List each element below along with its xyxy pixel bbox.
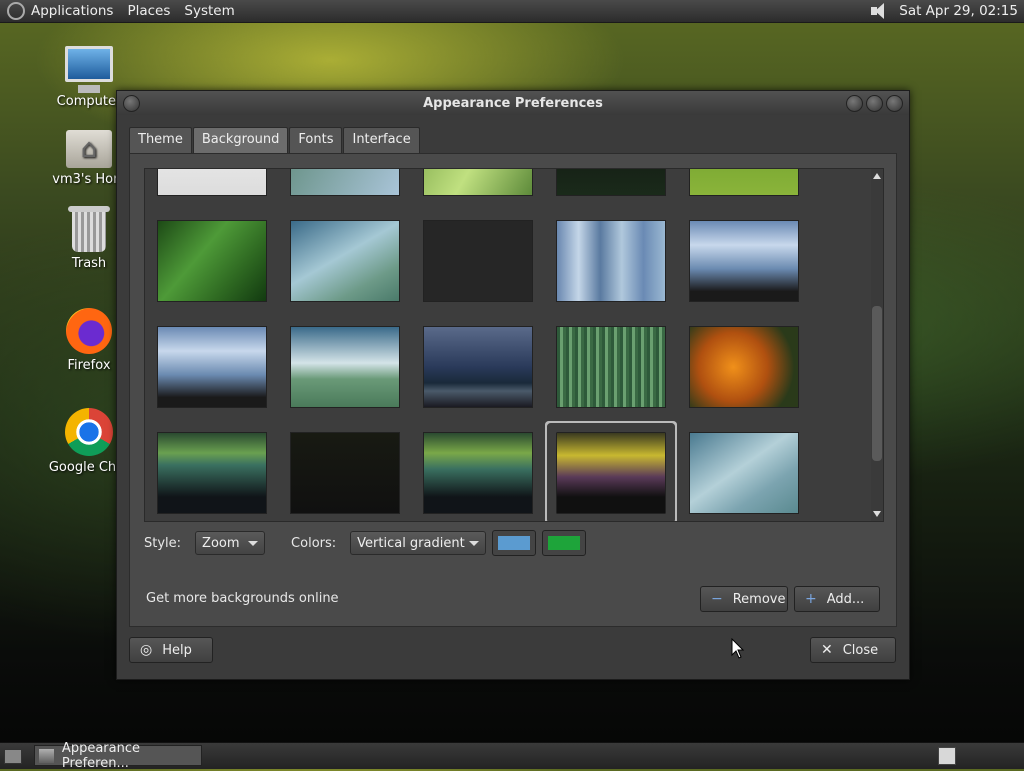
plus-icon: + <box>805 591 817 607</box>
tab-background[interactable]: Background <box>192 127 289 154</box>
tab-fonts[interactable]: Fonts <box>289 127 343 154</box>
bottom-panel: Appearance Preferen... <box>0 741 1024 771</box>
gnome-foot-icon[interactable] <box>7 2 25 20</box>
taskbar-window-label: Appearance Preferen... <box>61 740 140 771</box>
secondary-color-button[interactable] <box>542 530 587 556</box>
workspace-switcher[interactable] <box>938 747 956 765</box>
secondary-color-swatch <box>548 536 581 550</box>
wallpaper-thumbnail[interactable] <box>556 326 666 408</box>
menu-places[interactable]: Places <box>127 3 170 19</box>
tab-theme[interactable]: Theme <box>129 127 192 154</box>
trash-icon <box>68 206 110 252</box>
primary-color-swatch <box>498 536 531 550</box>
wallpaper-thumbnail[interactable] <box>290 432 400 514</box>
wallpaper-thumbnail[interactable] <box>157 432 267 514</box>
remove-button[interactable]: − Remove <box>700 586 788 612</box>
wallpaper-thumbnail[interactable] <box>290 220 400 302</box>
close-window-button[interactable] <box>886 95 903 112</box>
primary-color-button[interactable] <box>492 530 537 556</box>
wallpaper-thumbnail[interactable] <box>157 326 267 408</box>
chrome-icon <box>65 408 113 456</box>
menu-system[interactable]: System <box>184 3 234 19</box>
appearance-app-icon <box>39 748 54 763</box>
wallpaper-thumbnail[interactable] <box>689 326 799 408</box>
tab-bar: Theme Background Fonts Interface <box>129 127 897 154</box>
close-button[interactable]: ✕ Close <box>810 637 896 663</box>
style-combo[interactable]: Zoom <box>195 531 266 555</box>
close-button-label: Close <box>842 642 879 658</box>
window-title: Appearance Preferences <box>423 95 603 111</box>
tab-interface[interactable]: Interface <box>343 127 420 154</box>
wallpaper-thumbnail[interactable] <box>423 326 533 408</box>
background-panel: Style: Zoom Colors: Vertical gradient Ge… <box>129 153 897 627</box>
window-titlebar[interactable]: Appearance Preferences <box>117 91 909 115</box>
wallpaper-thumbnail[interactable] <box>423 432 533 514</box>
minus-icon: − <box>711 591 723 607</box>
minimize-button[interactable] <box>846 95 863 112</box>
wallpaper-thumbnail[interactable] <box>556 220 666 302</box>
firefox-icon <box>66 308 112 354</box>
wallpaper-grid[interactable] <box>144 168 884 522</box>
wallpaper-thumbnail-selected[interactable] <box>556 432 666 514</box>
colors-combo[interactable]: Vertical gradient <box>350 531 487 555</box>
wallpaper-thumbnail[interactable] <box>423 169 533 196</box>
wallpaper-thumbnail[interactable] <box>290 326 400 408</box>
show-desktop-icon[interactable] <box>4 749 22 764</box>
add-button-label: Add... <box>826 591 865 607</box>
scrollbar-thumb[interactable] <box>872 306 882 461</box>
top-panel: Applications Places System Sat Apr 29, 0… <box>0 0 1024 23</box>
wallpaper-thumbnail[interactable] <box>423 220 533 302</box>
wallpaper-thumbnail[interactable] <box>157 220 267 302</box>
chevron-down-icon <box>469 540 480 546</box>
wallpaper-thumbnail[interactable] <box>556 169 666 196</box>
maximize-button[interactable] <box>866 95 883 112</box>
tab-container: Theme Background Fonts Interface Style: … <box>129 127 897 627</box>
add-button[interactable]: + Add... <box>794 586 880 612</box>
clock[interactable]: Sat Apr 29, 02:15 <box>899 3 1018 19</box>
style-label: Style: <box>144 535 182 551</box>
help-button[interactable]: ◎ Help <box>129 637 213 663</box>
remove-button-label: Remove <box>732 591 786 607</box>
help-button-label: Help <box>162 642 192 658</box>
close-icon: ✕ <box>821 642 833 658</box>
taskbar-window-button[interactable]: Appearance Preferen... <box>34 741 202 771</box>
wallpaper-thumbnail[interactable] <box>157 169 267 196</box>
wallpaper-thumbnail[interactable] <box>689 169 799 196</box>
chevron-down-icon <box>248 540 259 546</box>
scroll-up-arrow-icon[interactable] <box>873 173 881 179</box>
style-colors-row: Style: Zoom Colors: Vertical gradient <box>144 529 587 557</box>
style-value: Zoom <box>202 535 240 551</box>
colors-value: Vertical gradient <box>357 535 465 551</box>
wallpaper-thumbnail[interactable] <box>290 169 400 196</box>
home-folder-icon <box>66 130 112 168</box>
help-lifebuoy-icon: ◎ <box>140 642 153 658</box>
mouse-pointer-icon <box>731 638 745 659</box>
wallpaper-thumbnail[interactable] <box>689 432 799 514</box>
menu-applications[interactable]: Applications <box>31 3 113 19</box>
speaker-icon[interactable] <box>869 2 889 20</box>
get-more-backgrounds-link[interactable]: Get more backgrounds online <box>146 591 339 606</box>
wallpaper-thumbnail[interactable] <box>689 220 799 302</box>
scroll-down-arrow-icon[interactable] <box>873 511 881 517</box>
colors-label: Colors: <box>291 535 337 551</box>
computer-icon <box>65 46 113 93</box>
window-menu-button[interactable] <box>123 95 140 112</box>
wallpaper-scrollbar[interactable] <box>871 169 883 521</box>
appearance-preferences-window: Appearance Preferences Theme Background … <box>116 90 910 680</box>
